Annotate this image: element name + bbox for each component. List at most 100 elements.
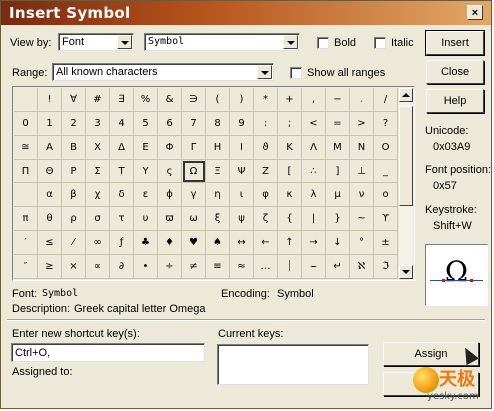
symbol-cell[interactable]: + bbox=[278, 88, 302, 112]
symbol-cell[interactable]: < bbox=[302, 111, 326, 136]
symbol-cell[interactable]: ; bbox=[278, 111, 302, 136]
symbol-cell[interactable]: * bbox=[254, 88, 278, 112]
symbol-cell[interactable]: ς bbox=[158, 159, 182, 184]
symbol-cell[interactable]: ♠ bbox=[206, 231, 230, 255]
symbol-cell[interactable]: ] bbox=[326, 159, 350, 184]
symbol-cell[interactable]: ϒ bbox=[374, 207, 398, 232]
symbol-cell[interactable]: Ψ bbox=[230, 159, 254, 184]
show-all-ranges-checkbox[interactable] bbox=[290, 67, 302, 79]
help-button[interactable]: Help bbox=[426, 89, 484, 113]
close-window-button[interactable]: × bbox=[467, 5, 483, 20]
symbol-cell[interactable]: ƒ bbox=[110, 231, 134, 255]
symbol-cell[interactable]: 3 bbox=[86, 111, 110, 136]
symbol-cell[interactable]: # bbox=[86, 88, 110, 112]
symbol-cell[interactable]: > bbox=[350, 111, 374, 136]
symbol-cell[interactable]: γ bbox=[182, 183, 206, 208]
symbol-cell[interactable]: Ο bbox=[374, 135, 398, 160]
symbol-cell[interactable]: ζ bbox=[254, 207, 278, 232]
symbol-cell[interactable]: δ bbox=[110, 183, 134, 208]
symbol-cell[interactable]: : bbox=[254, 111, 278, 136]
symbol-cell[interactable]: ′ bbox=[14, 231, 38, 255]
symbol-cell[interactable]: 7 bbox=[182, 111, 206, 136]
symbol-cell[interactable]: Β bbox=[62, 135, 86, 160]
symbol-cell[interactable]: μ bbox=[326, 183, 350, 208]
symbol-cell[interactable]: 8 bbox=[206, 111, 230, 136]
symbol-cell[interactable]: χ bbox=[86, 183, 110, 208]
symbol-cell[interactable]: ≥ bbox=[38, 254, 62, 279]
symbol-cell[interactable]: ℑ bbox=[374, 254, 398, 279]
symbol-cell[interactable]: • bbox=[134, 254, 158, 279]
symbol-cell[interactable]: [ bbox=[278, 159, 302, 184]
symbol-cell[interactable]: λ bbox=[302, 183, 326, 208]
symbol-cell[interactable]: κ bbox=[278, 183, 302, 208]
symbol-cell[interactable]: Κ bbox=[278, 135, 302, 160]
symbol-cell[interactable]: ⎯ bbox=[302, 254, 326, 279]
chevron-down-icon[interactable] bbox=[283, 35, 298, 49]
grid-scrollbar[interactable] bbox=[399, 88, 413, 279]
symbol-cell[interactable]: Σ bbox=[86, 159, 110, 184]
symbol-cell[interactable]: ≡ bbox=[206, 254, 230, 279]
symbol-cell[interactable] bbox=[14, 88, 38, 112]
symbol-cell[interactable]: → bbox=[302, 231, 326, 255]
symbol-cell[interactable]: ϖ bbox=[158, 207, 182, 232]
new-shortcut-input[interactable]: Ctrl+O, bbox=[11, 343, 205, 362]
symbol-cell[interactable]: η bbox=[206, 183, 230, 208]
symbol-cell[interactable]: ο bbox=[374, 183, 398, 208]
symbol-cell[interactable]: Α bbox=[38, 135, 62, 160]
symbol-cell[interactable]: Ρ bbox=[62, 159, 86, 184]
symbol-cell[interactable]: . bbox=[350, 88, 374, 112]
scroll-thumb[interactable] bbox=[399, 106, 413, 206]
symbol-cell[interactable]: 6 bbox=[158, 111, 182, 136]
symbol-cell[interactable]: ♥ bbox=[182, 231, 206, 255]
symbol-cell[interactable]: × bbox=[62, 254, 86, 279]
symbol-cell[interactable]: ÷ bbox=[158, 254, 182, 279]
symbol-cell[interactable]: ∀ bbox=[62, 88, 86, 112]
chevron-down-icon[interactable] bbox=[117, 35, 132, 49]
symbol-cell[interactable]: ξ bbox=[206, 207, 230, 232]
chevron-down-icon[interactable] bbox=[257, 65, 272, 79]
symbol-cell[interactable]: Ε bbox=[134, 135, 158, 160]
symbol-cell[interactable]: _ bbox=[374, 159, 398, 184]
symbol-cell[interactable]: | bbox=[302, 207, 326, 232]
symbol-cell[interactable]: α bbox=[38, 183, 62, 208]
symbol-cell[interactable]: ∞ bbox=[86, 231, 110, 255]
insert-button[interactable]: Insert bbox=[425, 30, 485, 56]
symbol-cell[interactable]: Γ bbox=[182, 135, 206, 160]
close-button[interactable]: Close bbox=[426, 60, 484, 84]
symbol-cell[interactable]: ∃ bbox=[110, 88, 134, 112]
symbol-cell[interactable]: Ω bbox=[182, 159, 206, 184]
symbol-cell[interactable]: ϕ bbox=[158, 183, 182, 208]
symbol-cell[interactable]: τ bbox=[110, 207, 134, 232]
symbol-cell[interactable]: ν bbox=[350, 183, 374, 208]
symbol-cell[interactable]: & bbox=[158, 88, 182, 112]
symbol-cell[interactable]: Ξ bbox=[206, 159, 230, 184]
symbol-cell[interactable]: 1 bbox=[38, 111, 62, 136]
symbol-cell[interactable]: ⊥ bbox=[350, 159, 374, 184]
symbol-cell[interactable]: Π bbox=[14, 159, 38, 184]
symbol-cell[interactable]: ( bbox=[206, 88, 230, 112]
symbol-cell[interactable]: φ bbox=[254, 183, 278, 208]
symbol-cell[interactable]: ! bbox=[38, 88, 62, 112]
symbol-cell[interactable]: { bbox=[278, 207, 302, 232]
symbol-cell[interactable]: % bbox=[134, 88, 158, 112]
symbol-cell[interactable]: / bbox=[374, 88, 398, 112]
symbol-cell[interactable]: ? bbox=[374, 111, 398, 136]
symbol-cell[interactable]: Μ bbox=[326, 135, 350, 160]
symbol-cell[interactable]: υ bbox=[134, 207, 158, 232]
symbol-cell[interactable]: ↑ bbox=[278, 231, 302, 255]
symbol-cell[interactable]: Φ bbox=[158, 135, 182, 160]
symbol-cell[interactable]: = bbox=[326, 111, 350, 136]
symbol-cell[interactable]: 4 bbox=[110, 111, 134, 136]
scroll-down-button[interactable] bbox=[399, 265, 413, 279]
symbol-cell[interactable]: − bbox=[326, 88, 350, 112]
symbol-cell[interactable]: σ bbox=[86, 207, 110, 232]
symbol-cell[interactable]: 0 bbox=[14, 111, 38, 136]
font-select[interactable]: Symbol bbox=[144, 33, 300, 51]
symbol-cell[interactable]: ↔ bbox=[230, 231, 254, 255]
symbol-cell[interactable]: 5 bbox=[134, 111, 158, 136]
symbol-cell[interactable]: ≤ bbox=[38, 231, 62, 255]
symbol-cell[interactable]: Θ bbox=[38, 159, 62, 184]
symbol-cell[interactable]: ℵ bbox=[350, 254, 374, 279]
symbol-cell[interactable]: ← bbox=[254, 231, 278, 255]
symbol-cell[interactable]: ≠ bbox=[182, 254, 206, 279]
